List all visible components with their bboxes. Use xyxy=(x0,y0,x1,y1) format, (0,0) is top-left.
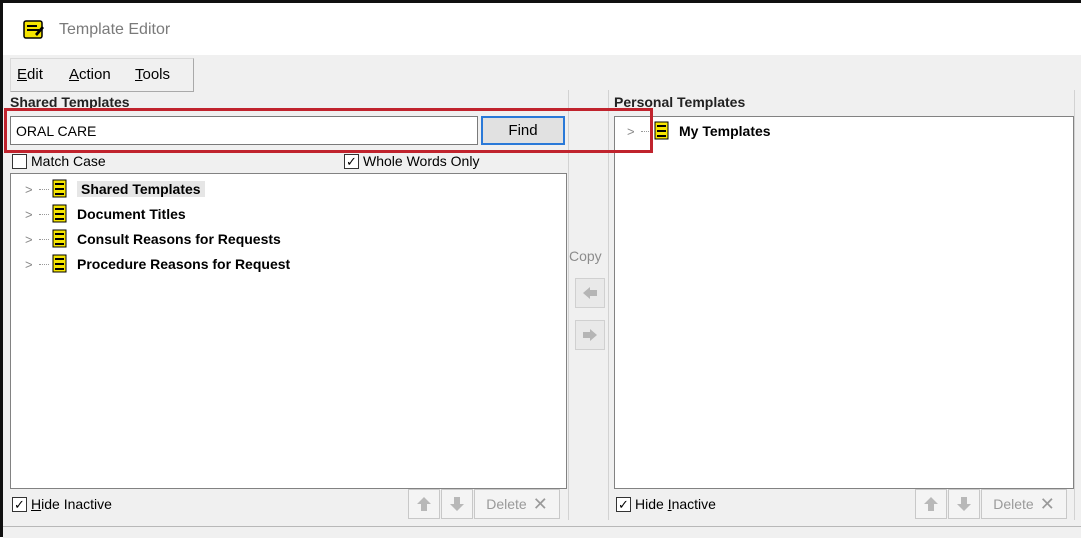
personal-hide-inactive-checkbox[interactable]: ✓ Hide Inactive xyxy=(616,496,716,512)
match-case-label: Match Case xyxy=(31,153,106,169)
book-icon xyxy=(52,254,67,273)
status-strip xyxy=(3,526,1081,538)
personal-templates-tree[interactable]: > My Templates xyxy=(614,116,1074,489)
arrow-down-icon xyxy=(450,497,464,511)
delete-label: Delete xyxy=(993,496,1034,512)
tree-item-label: Document Titles xyxy=(77,206,186,222)
tree-item-document-titles[interactable]: > Document Titles xyxy=(25,202,186,226)
book-icon xyxy=(52,179,67,198)
title-bar: Template Editor xyxy=(3,3,1081,55)
hide-inactive-label: Hide Inactive xyxy=(635,496,716,512)
close-icon: ✕ xyxy=(532,493,548,514)
tree-item-label: Shared Templates xyxy=(77,181,205,197)
whole-words-label: Whole Words Only xyxy=(363,153,480,169)
arrow-up-icon xyxy=(417,497,431,511)
personal-templates-label: Personal Templates xyxy=(614,94,746,110)
whole-words-checkbox[interactable]: ✓ Whole Words Only xyxy=(344,153,479,169)
copy-right-button[interactable] xyxy=(575,320,605,350)
shared-templates-tree[interactable]: > Shared Templates > Document Titles > C… xyxy=(10,173,567,489)
chevron-right-icon[interactable]: > xyxy=(25,232,39,247)
arrow-up-icon xyxy=(924,497,938,511)
personal-delete-button[interactable]: Delete ✕ xyxy=(981,489,1067,519)
tree-item-label: Consult Reasons for Requests xyxy=(77,231,281,247)
check-icon[interactable]: ✓ xyxy=(344,153,359,169)
match-case-box[interactable] xyxy=(12,153,27,169)
tree-item-label: My Templates xyxy=(679,123,771,139)
divider xyxy=(568,90,569,520)
arrow-left-icon xyxy=(583,287,597,299)
copy-label: Copy xyxy=(569,248,602,264)
menu-edit[interactable]: Edit xyxy=(17,66,43,83)
copy-left-button[interactable] xyxy=(575,278,605,308)
search-input[interactable] xyxy=(10,116,478,145)
menu-tools[interactable]: Tools xyxy=(135,66,170,83)
shared-templates-label: Shared Templates xyxy=(10,94,130,110)
book-icon xyxy=(52,204,67,223)
chevron-right-icon[interactable]: > xyxy=(25,182,39,197)
find-button[interactable]: Find xyxy=(481,116,565,145)
chevron-right-icon[interactable]: > xyxy=(25,207,39,222)
chevron-right-icon[interactable]: > xyxy=(627,124,641,139)
delete-label: Delete xyxy=(486,496,527,512)
shared-move-up-button[interactable] xyxy=(408,489,440,519)
template-editor-icon xyxy=(23,20,44,39)
personal-move-down-button[interactable] xyxy=(948,489,980,519)
shared-delete-button[interactable]: Delete ✕ xyxy=(474,489,560,519)
menu-action[interactable]: Action xyxy=(69,66,111,83)
shared-move-down-button[interactable] xyxy=(441,489,473,519)
tree-item-consult-reasons[interactable]: > Consult Reasons for Requests xyxy=(25,227,281,251)
check-icon[interactable]: ✓ xyxy=(12,496,27,512)
book-icon xyxy=(654,121,669,140)
hide-inactive-label: Hide Inactive xyxy=(31,496,112,512)
shared-hide-inactive-checkbox[interactable]: ✓ Hide Inactive xyxy=(12,496,112,512)
menu-bar: Edit Action Tools xyxy=(10,58,194,92)
tree-item-my-templates[interactable]: > My Templates xyxy=(627,119,771,143)
book-icon xyxy=(52,229,67,248)
personal-move-up-button[interactable] xyxy=(915,489,947,519)
window-title: Template Editor xyxy=(59,21,171,38)
arrow-right-icon xyxy=(583,329,597,341)
divider xyxy=(1074,90,1075,520)
tree-item-procedure-reasons[interactable]: > Procedure Reasons for Request xyxy=(25,252,290,276)
chevron-right-icon[interactable]: > xyxy=(25,257,39,272)
tree-item-shared-templates[interactable]: > Shared Templates xyxy=(25,177,205,201)
close-icon: ✕ xyxy=(1039,493,1055,514)
tree-item-label: Procedure Reasons for Request xyxy=(77,256,291,272)
check-icon[interactable]: ✓ xyxy=(616,496,631,512)
arrow-down-icon xyxy=(957,497,971,511)
divider xyxy=(608,90,609,520)
match-case-checkbox[interactable]: Match Case xyxy=(12,153,106,169)
